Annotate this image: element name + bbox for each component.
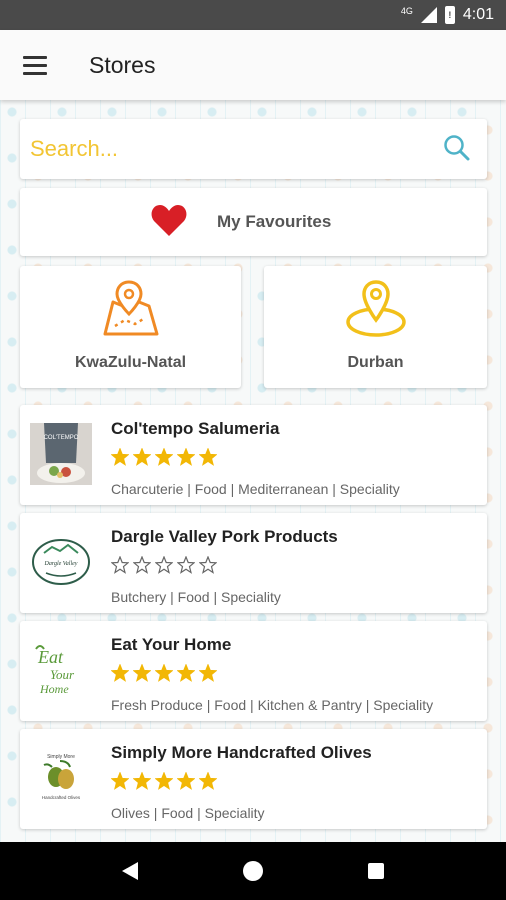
main-content[interactable]: My Favourites KwaZulu-Natal Durban COL'T…: [0, 100, 506, 842]
app-bar: Stores: [0, 30, 506, 100]
svg-text:Handcrafted Olives: Handcrafted Olives: [42, 795, 81, 800]
star-empty-icon: [133, 556, 151, 574]
svg-text:COL'TEMPO: COL'TEMPO: [44, 435, 79, 441]
store-tags: Fresh Produce | Food | Kitchen & Pantry …: [111, 697, 434, 713]
back-icon[interactable]: [122, 862, 139, 880]
star-filled-icon: [155, 772, 173, 790]
svg-text:Simply More: Simply More: [47, 754, 75, 760]
svg-text:Eat: Eat: [37, 647, 64, 667]
search-bar: [20, 119, 487, 179]
svg-text:Your: Your: [50, 667, 75, 682]
star-empty-icon: [177, 556, 195, 574]
search-input[interactable]: [30, 136, 430, 162]
star-filled-icon: [133, 448, 151, 466]
location-label-province: KwaZulu-Natal: [74, 354, 187, 371]
map-pin-route-icon: [103, 280, 158, 336]
store-card[interactable]: Dargle Valley Dargle Valley Pork Product…: [20, 513, 487, 613]
store-name: Simply More Handcrafted Olives: [111, 743, 372, 762]
network-label: 4G: [400, 6, 413, 16]
store-tags: Butchery | Food | Speciality: [111, 589, 281, 605]
star-empty-icon: [199, 556, 217, 574]
location-label-city: Durban: [347, 354, 404, 371]
home-icon[interactable]: [242, 861, 263, 881]
star-filled-icon: [199, 448, 217, 466]
menu-button[interactable]: [0, 30, 70, 100]
star-filled-icon: [177, 664, 195, 682]
favourites-label: My Favourites: [217, 212, 332, 231]
star-empty-icon: [111, 556, 129, 574]
store-logo: Eat Your Home: [30, 639, 92, 701]
battery-icon: !: [444, 6, 455, 24]
star-filled-icon: [133, 664, 151, 682]
svg-text:Home: Home: [39, 682, 69, 696]
star-filled-icon: [177, 772, 195, 790]
star-filled-icon: [111, 772, 129, 790]
star-filled-icon: [111, 664, 129, 682]
signal-icon: [420, 7, 437, 23]
star-filled-icon: [177, 448, 195, 466]
store-tags: Charcuterie | Food | Mediterranean | Spe…: [111, 481, 400, 497]
store-name: Eat Your Home: [111, 635, 232, 654]
system-nav-bar: [0, 842, 506, 900]
heart-icon: [151, 205, 187, 236]
store-logo: COL'TEMPO: [30, 423, 92, 485]
clock: 4:01: [462, 6, 494, 23]
store-tags: Olives | Food | Speciality: [111, 805, 265, 821]
location-card-province[interactable]: KwaZulu-Natal: [20, 266, 241, 388]
recents-icon[interactable]: [367, 863, 384, 879]
store-card[interactable]: Eat Your Home Eat Your Home Fresh Produc…: [20, 621, 487, 721]
star-rating: [111, 664, 217, 682]
status-bar: 4G ! 4:01: [0, 0, 506, 30]
page-title: Stores: [89, 51, 156, 78]
star-filled-icon: [199, 772, 217, 790]
svg-text:Dargle Valley: Dargle Valley: [44, 561, 78, 567]
location-card-city[interactable]: Durban: [264, 266, 487, 388]
store-logo: Dargle Valley: [30, 531, 92, 593]
store-card[interactable]: COL'TEMPO Col'tempo Salumeria Charcuteri…: [20, 405, 487, 505]
star-rating: [111, 448, 217, 466]
star-empty-icon: [155, 556, 173, 574]
search-icon[interactable]: [443, 134, 471, 162]
star-rating: [111, 772, 217, 790]
map-pin-circle-icon: [345, 280, 406, 337]
star-filled-icon: [155, 448, 173, 466]
star-filled-icon: [199, 664, 217, 682]
star-rating: [111, 556, 217, 574]
star-filled-icon: [111, 448, 129, 466]
store-logo: Simply More Handcrafted Olives: [30, 747, 92, 809]
store-name: Col'tempo Salumeria: [111, 419, 280, 438]
store-name: Dargle Valley Pork Products: [111, 527, 338, 546]
star-filled-icon: [133, 772, 151, 790]
store-card[interactable]: Simply More Handcrafted Olives Simply Mo…: [20, 729, 487, 829]
favourites-button[interactable]: My Favourites: [20, 188, 487, 256]
star-filled-icon: [155, 664, 173, 682]
hamburger-icon: [23, 55, 47, 59]
